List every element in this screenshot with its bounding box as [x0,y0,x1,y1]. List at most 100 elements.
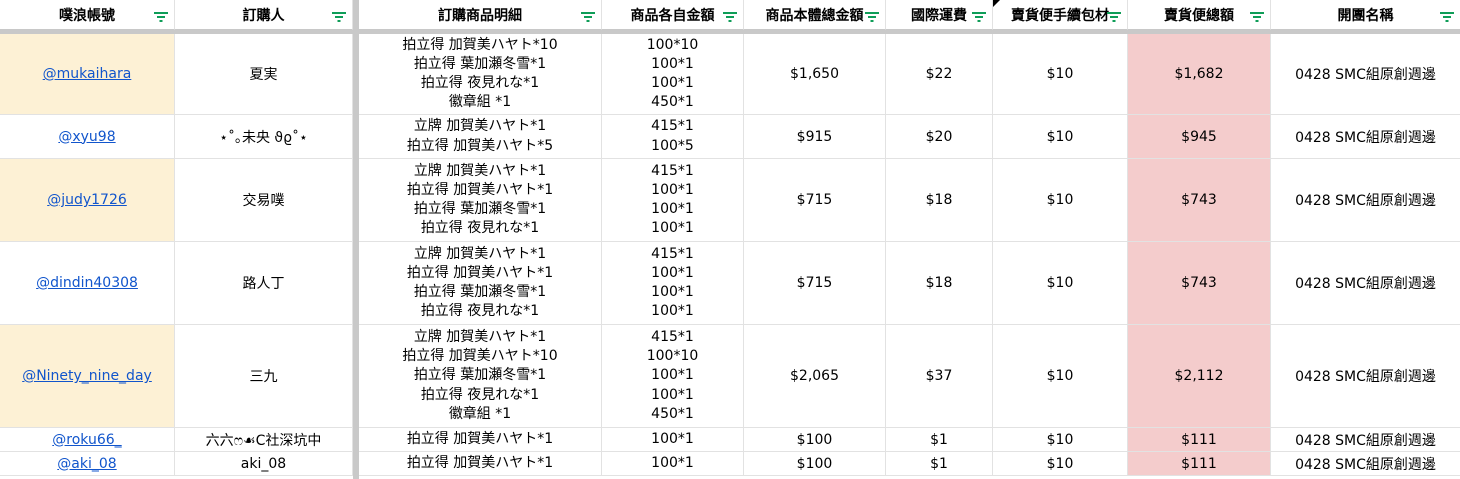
subtotal-cell[interactable]: $715 [744,242,886,325]
group-cell[interactable]: 0428 SMC組原創週邊 [1271,34,1460,115]
subtotal-cell[interactable]: $2,065 [744,325,886,428]
account-link[interactable]: @mukaihara [43,66,132,82]
items-cell[interactable]: 拍立得 加賀美ハヤト*1 [359,428,602,452]
account-link[interactable]: @xyu98 [58,129,115,145]
prices-cell[interactable]: 415*1 100*5 [602,115,744,159]
header-prices[interactable]: 商品各自金額 [602,0,744,30]
item-line: 拍立得 加賀美ハヤト*1 [406,430,554,447]
subtotal-value: $1,650 [790,66,839,82]
item-line: 拍立得 夜見れな*1 [420,303,540,320]
account-cell[interactable]: @aki_08 [0,452,175,476]
subtotal-cell[interactable]: $100 [744,452,886,476]
buyer-cell[interactable]: aki_08 [175,452,353,476]
account-link[interactable]: @roku66_ [52,432,121,448]
group-cell[interactable]: 0428 SMC組原創週邊 [1271,115,1460,159]
account-cell[interactable]: @roku66_ [0,428,175,452]
prices-cell[interactable]: 415*1 100*1 100*1 100*1 [602,159,744,242]
buyer-cell[interactable]: 六六ෆ☙C社深坑中 [175,428,353,452]
filter-icon[interactable] [865,10,879,22]
group-cell[interactable]: 0428 SMC組原創週邊 [1271,242,1460,325]
subtotal-cell[interactable]: $1,650 [744,34,886,115]
header-account[interactable]: 噗浪帳號 [0,0,175,30]
price-line: 100*1 [651,264,694,281]
prices-cell[interactable]: 415*1 100*1 100*1 100*1 [602,242,744,325]
shipping-cell[interactable]: $18 [886,242,993,325]
account-link[interactable]: @aki_08 [57,456,116,472]
prices-cell[interactable]: 100*1 [602,428,744,452]
account-link[interactable]: @dindin40308 [36,275,138,291]
shipping-cell[interactable]: $20 [886,115,993,159]
fee-cell[interactable]: $10 [993,325,1128,428]
shipping-cell[interactable]: $1 [886,452,993,476]
filter-icon[interactable] [1250,10,1264,22]
items-cell[interactable]: 立牌 加賀美ハヤト*1 拍立得 加賀美ハヤト*5 [359,115,602,159]
fee-cell[interactable]: $10 [993,452,1128,476]
prices-cell[interactable]: 415*1 100*10 100*1 100*1 450*1 [602,325,744,428]
header-buyer[interactable]: 訂購人 [175,0,353,30]
fee-cell[interactable]: $10 [993,159,1128,242]
price-list: 100*10 100*1 100*1 450*1 [647,36,699,113]
group-cell[interactable]: 0428 SMC組原創週邊 [1271,159,1460,242]
group-cell[interactable]: 0428 SMC組原創週邊 [1271,452,1460,476]
items-cell[interactable]: 立牌 加賀美ハヤト*1 拍立得 加賀美ハヤト*10 拍立得 葉加瀬冬雪*1 拍立得 夜… [359,325,602,428]
total-cell[interactable]: $111 [1128,452,1271,476]
filter-icon[interactable] [1107,10,1121,22]
total-cell[interactable]: $1,682 [1128,34,1271,115]
header-shipping[interactable]: 國際運費 [886,0,993,30]
prices-cell[interactable]: 100*10 100*1 100*1 450*1 [602,34,744,115]
total-cell[interactable]: $2,112 [1128,325,1271,428]
group-value: 0428 SMC組原創週邊 [1295,456,1436,473]
total-cell[interactable]: $743 [1128,159,1271,242]
shipping-cell[interactable]: $18 [886,159,993,242]
shipping-cell[interactable]: $37 [886,325,993,428]
header-total[interactable]: 賣貨便總額 [1128,0,1271,30]
items-cell[interactable]: 拍立得 加賀美ハヤト*10 拍立得 葉加瀬冬雪*1 拍立得 夜見れな*1 徽章組 *1 [359,34,602,115]
fee-value: $10 [1046,431,1074,448]
buyer-cell[interactable]: 夏実 [175,34,353,115]
account-cell[interactable]: @judy1726 [0,159,175,242]
group-cell[interactable]: 0428 SMC組原創週邊 [1271,428,1460,452]
account-cell[interactable]: @mukaihara [0,34,175,115]
subtotal-cell[interactable]: $915 [744,115,886,159]
items-cell[interactable]: 立牌 加賀美ハヤト*1 拍立得 加賀美ハヤト*1 拍立得 葉加瀬冬雪*1 拍立得 夜見… [359,242,602,325]
prices-cell[interactable]: 100*1 [602,452,744,476]
items-cell[interactable]: 立牌 加賀美ハヤト*1 拍立得 加賀美ハヤト*1 拍立得 葉加瀬冬雪*1 拍立得 夜見… [359,159,602,242]
items-cell[interactable]: 拍立得 加賀美ハヤト*1 [359,452,602,476]
fee-cell[interactable]: $10 [993,242,1128,325]
filter-icon[interactable] [332,10,346,22]
header-items[interactable]: 訂購商品明細 [359,0,602,30]
total-cell[interactable]: $743 [1128,242,1271,325]
subtotal-cell[interactable]: $715 [744,159,886,242]
account-link[interactable]: @judy1726 [47,192,127,208]
total-cell[interactable]: $111 [1128,428,1271,452]
account-link[interactable]: @Ninety_nine_day [22,368,152,384]
group-cell[interactable]: 0428 SMC組原創週邊 [1271,325,1460,428]
price-line: 100*1 [651,284,694,300]
account-cell[interactable]: @dindin40308 [0,242,175,325]
filter-icon[interactable] [1440,10,1454,22]
account-cell[interactable]: @Ninety_nine_day [0,325,175,428]
buyer-cell[interactable]: 路人丁 [175,242,353,325]
filter-icon[interactable] [972,10,986,22]
shipping-cell[interactable]: $22 [886,34,993,115]
buyer-cell[interactable]: 三九 [175,325,353,428]
price-list: 415*1 100*10 100*1 100*1 450*1 [647,328,699,424]
buyer-cell[interactable]: ⋆˚｡未央 ϑϱ˚⋆ [175,115,353,159]
buyer-cell[interactable]: 交易噗 [175,159,353,242]
fee-value: $10 [1046,275,1074,291]
filter-icon[interactable] [581,10,595,22]
header-fee[interactable]: 賣貨便手續包材 [993,0,1128,30]
subtotal-cell[interactable]: $100 [744,428,886,452]
filter-icon[interactable] [154,10,168,22]
frozen-column-divider[interactable] [353,0,359,479]
filter-icon[interactable] [723,10,737,22]
total-cell[interactable]: $945 [1128,115,1271,159]
fee-cell[interactable]: $10 [993,428,1128,452]
header-subtotal[interactable]: 商品本體總金額 [744,0,886,30]
header-group[interactable]: 開團名稱 [1271,0,1460,30]
shipping-cell[interactable]: $1 [886,428,993,452]
fee-cell[interactable]: $10 [993,115,1128,159]
fee-cell[interactable]: $10 [993,34,1128,115]
account-cell[interactable]: @xyu98 [0,115,175,159]
subtotal-value: $2,065 [790,368,839,384]
